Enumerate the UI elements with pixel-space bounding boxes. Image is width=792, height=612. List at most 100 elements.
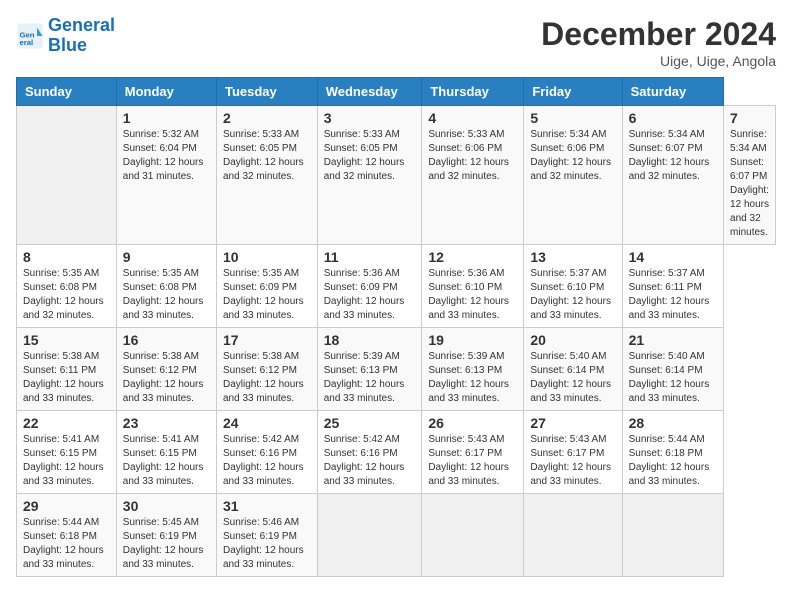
calendar-cell: 7 Sunrise: 5:34 AMSunset: 6:07 PMDayligh… [724,106,776,245]
calendar-cell: 25 Sunrise: 5:42 AMSunset: 6:16 PMDaylig… [317,411,422,494]
calendar-cell: 10 Sunrise: 5:35 AMSunset: 6:09 PMDaylig… [216,245,317,328]
day-info: Sunrise: 5:35 AMSunset: 6:08 PMDaylight:… [23,268,104,321]
logo-line2: Blue [48,35,87,55]
calendar-cell: 4 Sunrise: 5:33 AMSunset: 6:06 PMDayligh… [422,106,524,245]
calendar-cell: 22 Sunrise: 5:41 AMSunset: 6:15 PMDaylig… [17,411,117,494]
day-number: 29 [23,498,110,514]
day-info: Sunrise: 5:43 AMSunset: 6:17 PMDaylight:… [428,434,509,487]
day-info: Sunrise: 5:35 AMSunset: 6:08 PMDaylight:… [123,268,204,321]
day-number: 5 [530,110,615,126]
day-info: Sunrise: 5:39 AMSunset: 6:13 PMDaylight:… [324,351,405,404]
day-number: 12 [428,249,517,265]
calendar-cell: 26 Sunrise: 5:43 AMSunset: 6:17 PMDaylig… [422,411,524,494]
day-info: Sunrise: 5:44 AMSunset: 6:18 PMDaylight:… [23,517,104,570]
day-number: 25 [324,415,416,431]
logo: Gen eral General Blue [16,16,115,56]
day-info: Sunrise: 5:38 AMSunset: 6:12 PMDaylight:… [123,351,204,404]
week-row-4: 22 Sunrise: 5:41 AMSunset: 6:15 PMDaylig… [17,411,776,494]
day-number: 13 [530,249,615,265]
day-number: 23 [123,415,210,431]
svg-text:eral: eral [20,38,34,47]
day-info: Sunrise: 5:39 AMSunset: 6:13 PMDaylight:… [428,351,509,404]
calendar-cell: 21 Sunrise: 5:40 AMSunset: 6:14 PMDaylig… [622,328,723,411]
day-number: 4 [428,110,517,126]
calendar-cell: 14 Sunrise: 5:37 AMSunset: 6:11 PMDaylig… [622,245,723,328]
calendar-cell: 8 Sunrise: 5:35 AMSunset: 6:08 PMDayligh… [17,245,117,328]
calendar-cell: 11 Sunrise: 5:36 AMSunset: 6:09 PMDaylig… [317,245,422,328]
day-number: 21 [629,332,717,348]
col-header-wednesday: Wednesday [317,78,422,106]
calendar-cell: 20 Sunrise: 5:40 AMSunset: 6:14 PMDaylig… [524,328,622,411]
header-row: SundayMondayTuesdayWednesdayThursdayFrid… [17,78,776,106]
day-number: 22 [23,415,110,431]
day-number: 27 [530,415,615,431]
calendar-cell: 2 Sunrise: 5:33 AMSunset: 6:05 PMDayligh… [216,106,317,245]
calendar-cell: 9 Sunrise: 5:35 AMSunset: 6:08 PMDayligh… [116,245,216,328]
day-number: 24 [223,415,311,431]
logo-text: General Blue [48,16,115,56]
calendar-cell: 6 Sunrise: 5:34 AMSunset: 6:07 PMDayligh… [622,106,723,245]
logo-line1: General [48,15,115,35]
calendar-cell: 24 Sunrise: 5:42 AMSunset: 6:16 PMDaylig… [216,411,317,494]
day-info: Sunrise: 5:38 AMSunset: 6:11 PMDaylight:… [23,351,104,404]
day-info: Sunrise: 5:41 AMSunset: 6:15 PMDaylight:… [123,434,204,487]
calendar-cell: 30 Sunrise: 5:45 AMSunset: 6:19 PMDaylig… [116,494,216,577]
day-number: 11 [324,249,416,265]
calendar-cell: 3 Sunrise: 5:33 AMSunset: 6:05 PMDayligh… [317,106,422,245]
day-number: 8 [23,249,110,265]
week-row-1: 1 Sunrise: 5:32 AMSunset: 6:04 PMDayligh… [17,106,776,245]
day-info: Sunrise: 5:32 AMSunset: 6:04 PMDaylight:… [123,129,204,182]
calendar-cell: 27 Sunrise: 5:43 AMSunset: 6:17 PMDaylig… [524,411,622,494]
day-number: 15 [23,332,110,348]
col-header-thursday: Thursday [422,78,524,106]
location: Uige, Uige, Angola [541,53,776,69]
calendar-cell: 16 Sunrise: 5:38 AMSunset: 6:12 PMDaylig… [116,328,216,411]
calendar-cell: 23 Sunrise: 5:41 AMSunset: 6:15 PMDaylig… [116,411,216,494]
col-header-friday: Friday [524,78,622,106]
day-number: 19 [428,332,517,348]
day-number: 1 [123,110,210,126]
title-block: December 2024 Uige, Uige, Angola [541,16,776,69]
day-info: Sunrise: 5:37 AMSunset: 6:11 PMDaylight:… [629,268,710,321]
day-info: Sunrise: 5:35 AMSunset: 6:09 PMDaylight:… [223,268,304,321]
col-header-monday: Monday [116,78,216,106]
day-number: 9 [123,249,210,265]
calendar-cell: 13 Sunrise: 5:37 AMSunset: 6:10 PMDaylig… [524,245,622,328]
day-info: Sunrise: 5:33 AMSunset: 6:05 PMDaylight:… [324,129,405,182]
day-info: Sunrise: 5:36 AMSunset: 6:09 PMDaylight:… [324,268,405,321]
week-row-2: 8 Sunrise: 5:35 AMSunset: 6:08 PMDayligh… [17,245,776,328]
day-info: Sunrise: 5:38 AMSunset: 6:12 PMDaylight:… [223,351,304,404]
calendar-cell [622,494,723,577]
day-info: Sunrise: 5:36 AMSunset: 6:10 PMDaylight:… [428,268,509,321]
calendar-cell: 29 Sunrise: 5:44 AMSunset: 6:18 PMDaylig… [17,494,117,577]
day-number: 20 [530,332,615,348]
day-number: 6 [629,110,717,126]
day-number: 17 [223,332,311,348]
day-info: Sunrise: 5:34 AMSunset: 6:07 PMDaylight:… [629,129,710,182]
calendar-cell: 31 Sunrise: 5:46 AMSunset: 6:19 PMDaylig… [216,494,317,577]
day-number: 16 [123,332,210,348]
day-number: 26 [428,415,517,431]
day-info: Sunrise: 5:34 AMSunset: 6:07 PMDaylight:… [730,129,769,238]
page-header: Gen eral General Blue December 2024 Uige… [16,16,776,69]
day-number: 31 [223,498,311,514]
calendar-cell: 18 Sunrise: 5:39 AMSunset: 6:13 PMDaylig… [317,328,422,411]
day-info: Sunrise: 5:33 AMSunset: 6:05 PMDaylight:… [223,129,304,182]
day-number: 30 [123,498,210,514]
week-row-5: 29 Sunrise: 5:44 AMSunset: 6:18 PMDaylig… [17,494,776,577]
day-info: Sunrise: 5:42 AMSunset: 6:16 PMDaylight:… [324,434,405,487]
calendar-cell: 17 Sunrise: 5:38 AMSunset: 6:12 PMDaylig… [216,328,317,411]
month-title: December 2024 [541,16,776,53]
calendar-cell: 15 Sunrise: 5:38 AMSunset: 6:11 PMDaylig… [17,328,117,411]
calendar-cell: 28 Sunrise: 5:44 AMSunset: 6:18 PMDaylig… [622,411,723,494]
day-info: Sunrise: 5:37 AMSunset: 6:10 PMDaylight:… [530,268,611,321]
day-number: 7 [730,110,769,126]
calendar-cell: 5 Sunrise: 5:34 AMSunset: 6:06 PMDayligh… [524,106,622,245]
day-info: Sunrise: 5:34 AMSunset: 6:06 PMDaylight:… [530,129,611,182]
calendar-cell: 1 Sunrise: 5:32 AMSunset: 6:04 PMDayligh… [116,106,216,245]
day-info: Sunrise: 5:46 AMSunset: 6:19 PMDaylight:… [223,517,304,570]
calendar-cell [317,494,422,577]
calendar-cell [524,494,622,577]
week-row-3: 15 Sunrise: 5:38 AMSunset: 6:11 PMDaylig… [17,328,776,411]
day-info: Sunrise: 5:40 AMSunset: 6:14 PMDaylight:… [629,351,710,404]
